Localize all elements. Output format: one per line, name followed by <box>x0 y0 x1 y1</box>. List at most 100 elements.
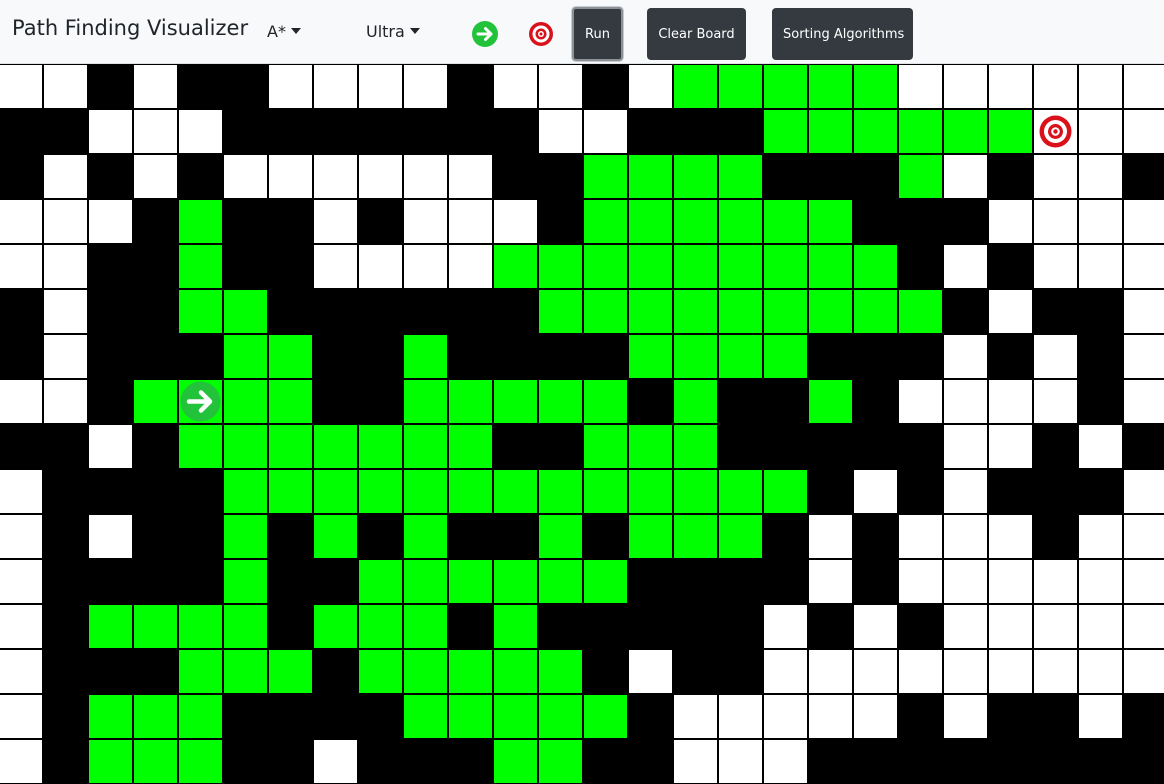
empty-cell[interactable] <box>1033 244 1078 289</box>
visited-cell[interactable] <box>178 424 223 469</box>
visited-cell[interactable] <box>628 199 673 244</box>
visited-cell[interactable] <box>268 469 313 514</box>
empty-cell[interactable] <box>358 244 403 289</box>
visited-cell[interactable] <box>358 604 403 649</box>
empty-cell[interactable] <box>43 154 88 199</box>
empty-cell[interactable] <box>493 64 538 109</box>
visited-cell[interactable] <box>583 379 628 424</box>
wall-cell[interactable] <box>448 289 493 334</box>
empty-cell[interactable] <box>808 649 853 694</box>
empty-cell[interactable] <box>898 379 943 424</box>
pathfinding-grid[interactable] <box>0 64 1164 784</box>
wall-cell[interactable] <box>988 244 1033 289</box>
wall-cell[interactable] <box>583 739 628 784</box>
empty-cell[interactable] <box>898 64 943 109</box>
empty-cell[interactable] <box>313 64 358 109</box>
empty-cell[interactable] <box>1033 649 1078 694</box>
visited-cell[interactable] <box>628 514 673 559</box>
wall-cell[interactable] <box>1033 289 1078 334</box>
wall-cell[interactable] <box>43 109 88 154</box>
visited-cell[interactable] <box>763 64 808 109</box>
visited-cell[interactable] <box>673 514 718 559</box>
visited-cell[interactable] <box>133 604 178 649</box>
empty-cell[interactable] <box>943 694 988 739</box>
wall-cell[interactable] <box>988 334 1033 379</box>
empty-cell[interactable] <box>763 604 808 649</box>
wall-cell[interactable] <box>88 334 133 379</box>
visited-cell[interactable] <box>493 649 538 694</box>
wall-cell[interactable] <box>448 604 493 649</box>
empty-cell[interactable] <box>718 739 763 784</box>
wall-cell[interactable] <box>43 469 88 514</box>
visited-cell[interactable] <box>628 424 673 469</box>
wall-cell[interactable] <box>43 424 88 469</box>
empty-cell[interactable] <box>628 649 673 694</box>
empty-cell[interactable] <box>448 154 493 199</box>
wall-cell[interactable] <box>493 514 538 559</box>
wall-cell[interactable] <box>988 154 1033 199</box>
empty-cell[interactable] <box>988 604 1033 649</box>
wall-cell[interactable] <box>1033 694 1078 739</box>
visited-cell[interactable] <box>358 559 403 604</box>
visited-cell[interactable] <box>763 334 808 379</box>
wall-cell[interactable] <box>178 514 223 559</box>
visited-cell[interactable] <box>538 694 583 739</box>
visited-cell[interactable] <box>358 469 403 514</box>
empty-cell[interactable] <box>763 694 808 739</box>
empty-cell[interactable] <box>673 694 718 739</box>
wall-cell[interactable] <box>448 739 493 784</box>
visited-cell[interactable] <box>808 244 853 289</box>
wall-cell[interactable] <box>1078 289 1123 334</box>
empty-cell[interactable] <box>943 379 988 424</box>
empty-cell[interactable] <box>1078 694 1123 739</box>
visited-cell[interactable] <box>448 424 493 469</box>
wall-cell[interactable] <box>0 109 43 154</box>
visited-cell[interactable] <box>133 739 178 784</box>
wall-cell[interactable] <box>88 244 133 289</box>
wall-cell[interactable] <box>628 559 673 604</box>
visited-cell[interactable] <box>493 244 538 289</box>
visited-cell[interactable] <box>448 469 493 514</box>
visited-cell[interactable] <box>178 289 223 334</box>
empty-cell[interactable] <box>943 469 988 514</box>
empty-cell[interactable] <box>403 244 448 289</box>
wall-cell[interactable] <box>268 604 313 649</box>
visited-cell[interactable] <box>628 154 673 199</box>
empty-cell[interactable] <box>178 109 223 154</box>
visited-cell[interactable] <box>628 469 673 514</box>
empty-cell[interactable] <box>313 244 358 289</box>
wall-cell[interactable] <box>1033 739 1078 784</box>
wall-cell[interactable] <box>808 424 853 469</box>
wall-cell[interactable] <box>43 649 88 694</box>
visited-cell[interactable] <box>268 379 313 424</box>
visited-cell[interactable] <box>718 154 763 199</box>
wall-cell[interactable] <box>493 154 538 199</box>
wall-cell[interactable] <box>448 64 493 109</box>
empty-cell[interactable] <box>88 199 133 244</box>
visited-cell[interactable] <box>403 604 448 649</box>
speed-dropdown[interactable]: Ultra <box>366 22 420 41</box>
visited-cell[interactable] <box>493 739 538 784</box>
visited-cell[interactable] <box>403 334 448 379</box>
visited-cell[interactable] <box>88 739 133 784</box>
wall-cell[interactable] <box>133 424 178 469</box>
empty-cell[interactable] <box>448 199 493 244</box>
empty-cell[interactable] <box>223 154 268 199</box>
empty-cell[interactable] <box>403 199 448 244</box>
wall-cell[interactable] <box>1078 334 1123 379</box>
visited-cell[interactable] <box>808 379 853 424</box>
empty-cell[interactable] <box>943 244 988 289</box>
empty-cell[interactable] <box>448 244 493 289</box>
wall-cell[interactable] <box>358 739 403 784</box>
visited-cell[interactable] <box>673 379 718 424</box>
wall-cell[interactable] <box>268 514 313 559</box>
empty-cell[interactable] <box>628 64 673 109</box>
empty-cell[interactable] <box>133 64 178 109</box>
wall-cell[interactable] <box>1123 694 1164 739</box>
empty-cell[interactable] <box>313 199 358 244</box>
wall-cell[interactable] <box>673 109 718 154</box>
visited-cell[interactable] <box>583 244 628 289</box>
wall-cell[interactable] <box>853 379 898 424</box>
wall-cell[interactable] <box>628 739 673 784</box>
visited-cell[interactable] <box>628 289 673 334</box>
